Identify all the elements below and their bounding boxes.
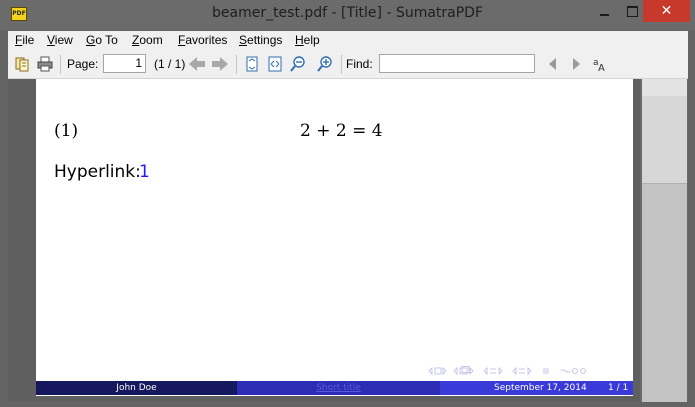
beamer-navigation-symbols[interactable] xyxy=(428,366,634,376)
find-input[interactable] xyxy=(379,54,535,73)
find-previous-icon[interactable] xyxy=(545,56,561,72)
menu-zoom[interactable]: Zoom xyxy=(132,33,163,47)
menu-go-to[interactable]: Go To xyxy=(86,33,118,47)
find-next-icon[interactable] xyxy=(568,56,584,72)
page-number-input[interactable]: 1 xyxy=(103,54,146,73)
title-bar[interactable]: PDF beamer_test.pdf - [Title] - SumatraP… xyxy=(0,0,695,30)
scroll-up-button[interactable] xyxy=(642,79,687,96)
equation-number: (1) xyxy=(54,121,79,141)
footer-date-page: September 17, 2014 1 / 1 xyxy=(440,381,633,395)
menu-help[interactable]: Help xyxy=(295,33,320,47)
previous-page-icon[interactable] xyxy=(188,56,206,72)
equation: 2 + 2 = 4 xyxy=(300,121,383,141)
hyperlink[interactable]: 1 xyxy=(139,162,150,182)
menu-file[interactable]: File xyxy=(15,33,34,47)
page-count: (1 / 1) xyxy=(154,57,186,71)
toolbar-separator xyxy=(236,55,237,74)
menu-view[interactable]: View xyxy=(47,33,73,47)
menu-favorites[interactable]: Favorites xyxy=(178,33,227,47)
toolbar: Page: 1 (1 / 1) Find: a A xyxy=(8,51,688,79)
minimize-button[interactable] xyxy=(589,0,619,22)
footer-page-number: 1 / 1 xyxy=(608,383,629,393)
maximize-icon xyxy=(626,6,638,17)
footer-date: September 17, 2014 xyxy=(494,383,587,393)
close-button[interactable]: ✕ xyxy=(643,0,690,22)
match-case-icon[interactable]: a A xyxy=(592,56,608,72)
svg-text:A: A xyxy=(598,63,605,72)
scrollbar-thumb[interactable] xyxy=(642,183,687,402)
toolbar-separator xyxy=(341,55,342,74)
footer-author: John Doe xyxy=(36,381,237,395)
menu-bar: File View Go To Zoom Favorites Settings … xyxy=(8,31,688,51)
zoom-out-icon[interactable] xyxy=(290,56,306,72)
beamer-footer: John Doe Short title September 17, 2014 … xyxy=(36,381,633,395)
close-icon: ✕ xyxy=(660,3,673,19)
sumatra-window: PDF beamer_test.pdf - [Title] - SumatraP… xyxy=(0,0,695,407)
find-label: Find: xyxy=(346,57,373,71)
zoom-in-icon[interactable] xyxy=(317,56,333,72)
next-page-icon[interactable] xyxy=(211,56,229,72)
pdf-page[interactable]: (1) 2 + 2 = 4 Hyperlink: 1 John Doe Shor… xyxy=(36,79,633,396)
page-label: Page: xyxy=(67,57,99,71)
fit-width-icon[interactable] xyxy=(267,56,283,72)
open-file-icon[interactable] xyxy=(14,56,30,72)
menu-settings[interactable]: Settings xyxy=(239,33,282,47)
footer-short-title[interactable]: Short title xyxy=(237,381,440,395)
minimize-icon xyxy=(599,13,609,16)
toolbar-separator xyxy=(60,55,61,74)
print-icon[interactable] xyxy=(37,56,53,72)
short-title-link[interactable]: Short title xyxy=(316,383,361,393)
fit-page-icon[interactable] xyxy=(244,56,260,72)
hyperlink-label: Hyperlink: xyxy=(54,162,141,182)
